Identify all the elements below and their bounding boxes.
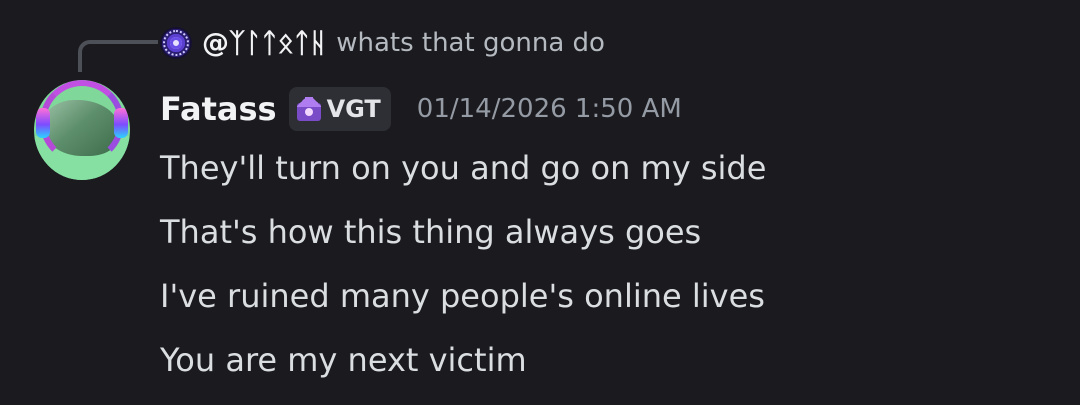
message-line: I've ruined many people's online lives <box>160 277 765 315</box>
message-header: Fatass VGT 01/14/2026 1:50 AM <box>160 84 682 134</box>
crown-badge-icon <box>296 97 321 121</box>
reply-preview[interactable]: @ᛉᛚᛏᛟᛏᚺ whats that gonna do <box>160 26 605 60</box>
headphone-right-icon <box>114 108 128 138</box>
reply-avatar[interactable] <box>160 27 192 59</box>
message-timestamp[interactable]: 01/14/2026 1:50 AM <box>417 94 682 124</box>
server-tag-badge[interactable]: VGT <box>288 87 391 131</box>
author-avatar[interactable] <box>34 80 130 180</box>
message-line: That's how this thing always goes <box>160 213 702 251</box>
reply-text[interactable]: whats that gonna do <box>336 28 605 58</box>
headphone-left-icon <box>36 108 50 138</box>
message-body: They'll turn on you and go on my side Th… <box>160 136 1060 392</box>
server-tag-label: VGT <box>326 95 381 123</box>
message-line: You are my next victim <box>160 341 527 379</box>
reply-spine <box>78 40 158 72</box>
headphones-icon <box>40 80 124 164</box>
message-line: They'll turn on you and go on my side <box>160 149 767 187</box>
reply-avatar-mark-icon <box>170 37 182 49</box>
reply-author-name[interactable]: @ᛉᛚᛏᛟᛏᚺ <box>202 28 326 59</box>
author-name[interactable]: Fatass <box>160 90 277 128</box>
